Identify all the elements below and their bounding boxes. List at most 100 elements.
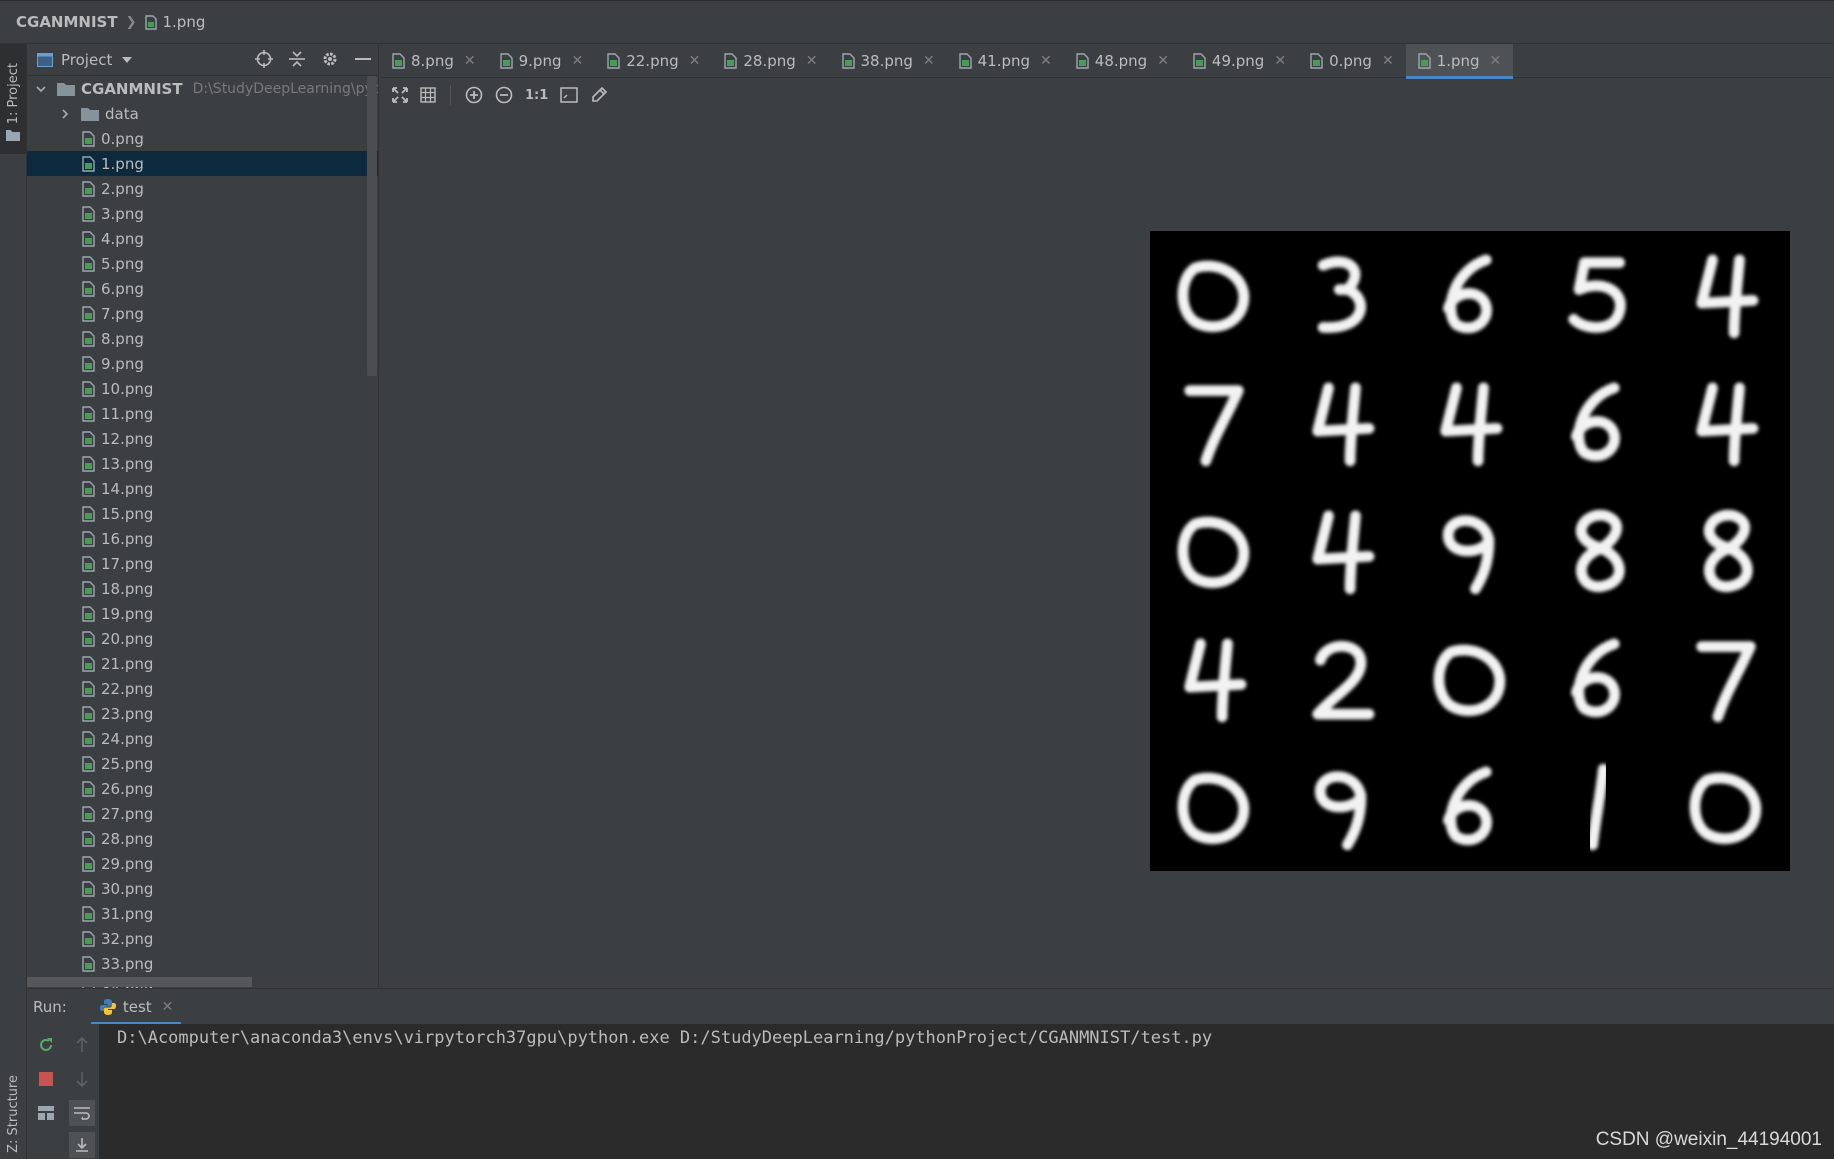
close-icon[interactable]: ✕ [806, 53, 818, 69]
close-icon[interactable]: ✕ [1274, 53, 1286, 69]
tree-root[interactable]: CGANMNIST D:\StudyDeepLearning\pytho [27, 76, 378, 101]
arrow-up-icon[interactable] [69, 1032, 95, 1058]
grid-icon[interactable] [420, 87, 436, 103]
layout-icon[interactable] [33, 1100, 59, 1126]
tree-file-item[interactable]: 29.png [27, 851, 378, 876]
tree-file-item[interactable]: 2.png [27, 176, 378, 201]
tree-file-item[interactable]: 13.png [27, 451, 378, 476]
close-icon[interactable]: ✕ [162, 999, 174, 1015]
tree-file-item[interactable]: 12.png [27, 426, 378, 451]
close-icon[interactable]: ✕ [464, 53, 476, 69]
generated-digit [1184, 638, 1247, 723]
editor-tab[interactable]: 28.png ✕ [712, 44, 829, 78]
project-horizontal-scrollbar[interactable] [27, 977, 252, 987]
close-icon[interactable]: ✕ [1040, 53, 1052, 69]
tree-file-item[interactable]: 5.png [27, 251, 378, 276]
tree-file-label: 5.png [101, 254, 144, 273]
tree-file-item[interactable]: 11.png [27, 401, 378, 426]
tree-file-item[interactable]: 9.png [27, 351, 378, 376]
close-icon[interactable]: ✕ [1382, 53, 1394, 69]
tree-file-item[interactable]: 22.png [27, 676, 378, 701]
soft-wrap-icon[interactable] [69, 1100, 95, 1126]
arrow-down-icon[interactable] [69, 1066, 95, 1092]
tree-file-item[interactable]: 21.png [27, 651, 378, 676]
tree-file-label: 17.png [101, 554, 154, 573]
project-vertical-scrollbar[interactable] [367, 76, 377, 376]
tree-file-label: 25.png [101, 754, 154, 773]
tree-file-item[interactable]: 10.png [27, 376, 378, 401]
editor-tab[interactable]: 9.png ✕ [488, 44, 596, 78]
tree-file-item[interactable]: 4.png [27, 226, 378, 251]
tree-file-item[interactable]: 3.png [27, 201, 378, 226]
run-tab-test[interactable]: test ✕ [90, 989, 182, 1025]
tree-file-label: 6.png [101, 279, 144, 298]
editor-tab[interactable]: 1.png ✕ [1405, 44, 1514, 79]
close-icon[interactable]: ✕ [1490, 53, 1502, 69]
project-view-selector[interactable]: Project [61, 51, 112, 69]
scroll-to-end-icon[interactable] [69, 1132, 95, 1158]
tree-file-item[interactable]: 31.png [27, 901, 378, 926]
tree-root-label: CGANMNIST [81, 79, 183, 98]
zoom-out-icon[interactable] [495, 86, 513, 104]
tool-tab-project[interactable]: 1: Project [0, 44, 26, 154]
tree-file-item[interactable]: 26.png [27, 776, 378, 801]
editor-tab[interactable]: 8.png ✕ [380, 44, 488, 78]
fit-zoom-icon[interactable] [560, 87, 579, 103]
editor-tab[interactable]: 49.png ✕ [1181, 44, 1298, 78]
tree-file-item[interactable]: 23.png [27, 701, 378, 726]
chevron-down-icon[interactable] [35, 83, 47, 95]
editor-tab[interactable]: 48.png ✕ [1064, 44, 1181, 78]
tree-file-item[interactable]: 0.png [27, 126, 378, 151]
tree-file-item[interactable]: 20.png [27, 626, 378, 651]
color-picker-icon[interactable] [590, 86, 608, 104]
editor-tab[interactable]: 0.png ✕ [1298, 44, 1406, 78]
image-file-icon [607, 53, 620, 69]
close-icon[interactable]: ✕ [1157, 53, 1169, 69]
tree-file-item[interactable]: 18.png [27, 576, 378, 601]
tree-file-item[interactable]: 19.png [27, 601, 378, 626]
tree-file-label: 32.png [101, 929, 154, 948]
tree-file-item[interactable]: 32.png [27, 926, 378, 951]
tree-file-item[interactable]: 24.png [27, 726, 378, 751]
chevron-down-icon[interactable] [122, 56, 133, 63]
gear-icon[interactable] [321, 50, 339, 68]
tree-file-item[interactable]: 25.png [27, 751, 378, 776]
digit-stroke [1312, 382, 1375, 467]
tree-file-item[interactable]: 16.png [27, 526, 378, 551]
rerun-icon[interactable] [33, 1032, 59, 1058]
breadcrumb-project[interactable]: CGANMNIST [16, 13, 118, 31]
image-file-icon [82, 705, 95, 722]
tree-file-item[interactable]: 1.png [27, 151, 378, 176]
zoom-in-icon[interactable] [465, 86, 483, 104]
tree-file-item[interactable]: 30.png [27, 876, 378, 901]
close-icon[interactable]: ✕ [689, 53, 701, 69]
tree-file-item[interactable]: 7.png [27, 301, 378, 326]
locate-icon[interactable] [255, 50, 273, 68]
close-icon[interactable]: ✕ [571, 53, 583, 69]
hide-panel-icon[interactable] [355, 57, 371, 61]
generated-digit [1587, 763, 1609, 851]
tree-file-item[interactable]: 15.png [27, 501, 378, 526]
collapse-all-icon[interactable] [289, 50, 305, 68]
tree-file-item[interactable]: 6.png [27, 276, 378, 301]
stop-icon[interactable] [33, 1066, 59, 1092]
breadcrumb-file[interactable]: 1.png [144, 13, 205, 31]
run-console[interactable]: D:\Acomputer\anaconda3\envs\virpytorch37… [99, 1024, 1834, 1159]
tree-file-item[interactable]: 27.png [27, 801, 378, 826]
digit-stroke [1317, 256, 1366, 333]
tree-file-item[interactable]: 33.png [27, 951, 378, 976]
tree-file-label: 8.png [101, 329, 144, 348]
close-icon[interactable]: ✕ [923, 53, 935, 69]
editor-tab[interactable]: 38.png ✕ [830, 44, 947, 78]
editor-tab[interactable]: 22.png ✕ [595, 44, 712, 78]
tree-folder-data[interactable]: data [27, 101, 378, 126]
fit-to-screen-icon[interactable] [392, 87, 408, 103]
tree-file-item[interactable]: 14.png [27, 476, 378, 501]
tool-tab-structure[interactable]: Z: Structure [0, 1069, 26, 1159]
chevron-right-icon[interactable] [59, 108, 71, 120]
actual-size-button[interactable]: 1:1 [525, 88, 548, 103]
tree-file-item[interactable]: 28.png [27, 826, 378, 851]
editor-tab[interactable]: 41.png ✕ [947, 44, 1064, 78]
tree-file-item[interactable]: 8.png [27, 326, 378, 351]
tree-file-item[interactable]: 17.png [27, 551, 378, 576]
